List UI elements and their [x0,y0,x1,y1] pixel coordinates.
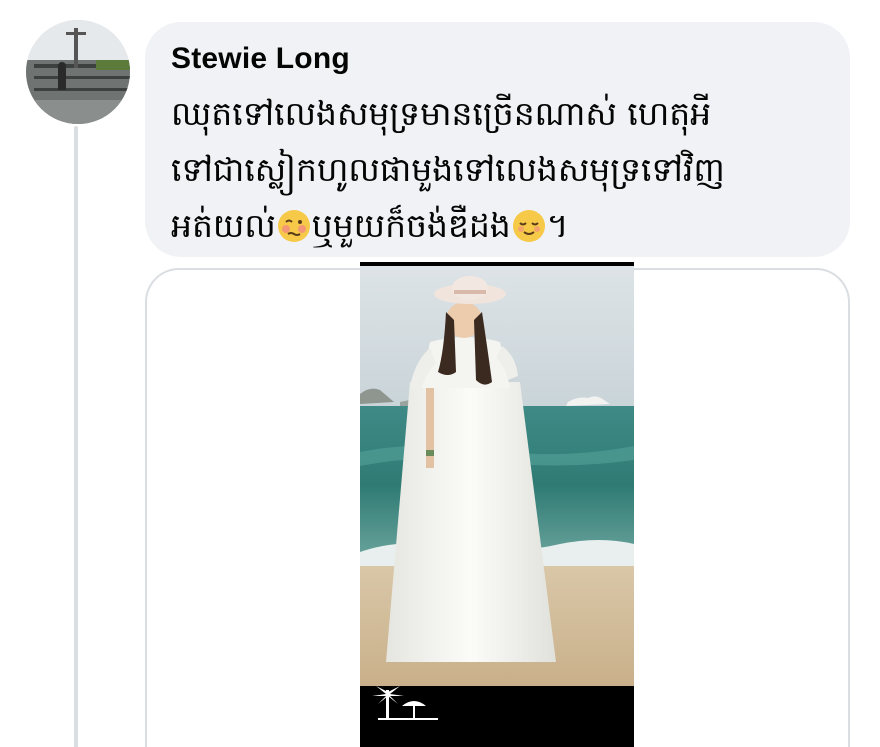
comment-text-line-2: ទៅជាស្លៀកហូលផាមួងទៅលេងសមុទ្រទៅវិញ [171,150,725,189]
beach-photo-image [360,262,634,747]
comment-bubble: Stewie Long ឈុតទៅលេងសមុទ្រមានច្រើនណាស់ ហ… [145,22,850,257]
comment-text-line-3b: ឬមួយក៏ចង់ឌឺដង [311,206,511,245]
comment-text-line-3c: ។ [546,206,569,245]
comment-text-line-3a: អត់យល់ [171,206,276,245]
comment-author-name[interactable]: Stewie Long [171,40,826,78]
comment-text: ឈុតទៅលេងសមុទ្រមានច្រើនណាស់ ហេតុអី ទៅជាស្… [171,86,821,254]
comment-thread: Stewie Long ឈុតទៅលេងសមុទ្រមានច្រើនណាស់ ហ… [0,0,880,747]
comment-attached-photo[interactable] [360,262,634,747]
avatar-photo [26,20,130,124]
relieved-face-icon [512,210,545,242]
comment-text-line-1: ឈុតទៅលេងសមុទ្រមានច្រើនណាស់ ហេតុអី [171,94,712,133]
woozy-face-icon [277,210,310,242]
thread-connector-line [74,126,78,747]
avatar[interactable] [26,20,130,124]
